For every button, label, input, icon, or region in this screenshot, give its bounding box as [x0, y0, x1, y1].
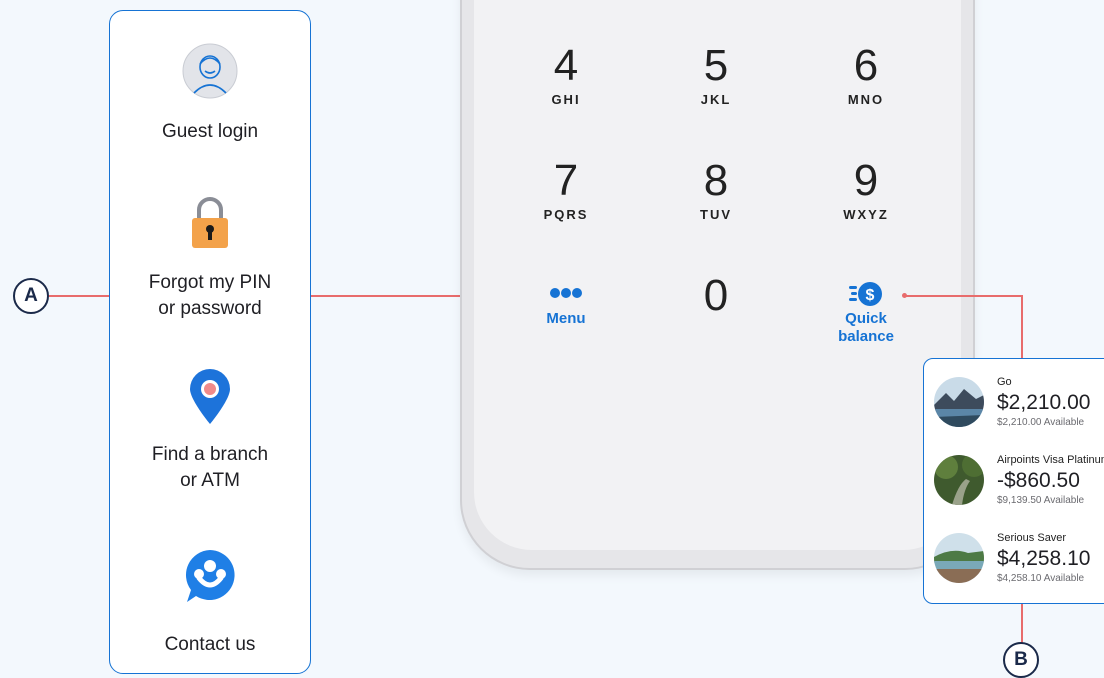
contact-chat-icon [183, 548, 237, 604]
connector-a-left [49, 295, 109, 297]
account-balance: -$860.50 [997, 469, 1080, 492]
key-8[interactable]: 8 TUV [656, 156, 776, 223]
key-9[interactable]: 9 WXYZ [806, 156, 926, 223]
find-branch-label: Find a branch or ATM [151, 444, 269, 491]
quick-balance-card: Go $2,210.00 $2,210.00 Available Airpoin… [923, 358, 1104, 604]
find-branch-item[interactable]: Find a branch or ATM [110, 356, 310, 506]
callout-a: A [13, 278, 49, 314]
key-6[interactable]: 6 MNO [806, 41, 926, 108]
key-digit: 0 [703, 271, 729, 320]
quick-balance-label: Quick balance [838, 310, 894, 345]
account-name: Go [997, 376, 1012, 388]
forgot-pin-label: Forgot my PIN or password [148, 272, 272, 319]
callout-b: B [1003, 642, 1039, 678]
map-pin-icon [188, 368, 232, 426]
key-0[interactable]: 0 [656, 272, 776, 320]
account-thumbnail [934, 533, 984, 583]
key-digit: 6 [853, 41, 879, 90]
alternate-options-panel: Guest login Forgot my PIN or password Fi… [109, 10, 311, 674]
menu-button[interactable]: Menu [506, 286, 626, 328]
guest-login-label: Guest login [161, 121, 259, 142]
account-row[interactable]: Go $2,210.00 $2,210.00 Available [924, 365, 1104, 435]
key-7[interactable]: 7 PQRS [506, 156, 626, 223]
key-5[interactable]: 5 JKL [656, 41, 776, 108]
account-available: $9,139.50 Available [997, 495, 1085, 506]
connector-b-top [905, 295, 1022, 297]
contact-us-label: Contact us [164, 634, 256, 655]
forgot-pin-item[interactable]: Forgot my PIN or password [110, 186, 310, 336]
guest-login-item[interactable]: Guest login [110, 11, 310, 171]
phone-screen: 4 GHI 5 JKL 6 MNO 7 PQRS 8 TUV 9 WXYZ Me… [474, 0, 961, 550]
more-dots-icon [506, 286, 626, 310]
connector-b-bottom [1021, 604, 1023, 644]
key-letters: TUV [700, 207, 732, 222]
account-available: $2,210.00 Available [997, 417, 1085, 428]
account-row[interactable]: Airpoints Visa Platinum -$860.50 $9,139.… [924, 443, 1104, 513]
key-letters: WXYZ [843, 207, 889, 222]
contact-us-item[interactable]: Contact us [110, 536, 310, 666]
account-thumbnail [934, 455, 984, 505]
padlock-icon [188, 194, 232, 250]
account-name: Airpoints Visa Platinum [997, 454, 1104, 466]
key-digit: 7 [553, 156, 579, 205]
key-letters: MNO [847, 92, 885, 107]
svg-text:$: $ [866, 287, 875, 304]
key-digit: 9 [853, 156, 879, 205]
key-digit: 8 [703, 156, 729, 205]
account-thumbnail [934, 377, 984, 427]
connector-b-vertical [1021, 295, 1023, 358]
key-letters: GHI [551, 92, 581, 107]
key-4[interactable]: 4 GHI [506, 41, 626, 108]
guest-avatar-icon [182, 43, 238, 99]
quick-balance-button[interactable]: $ Quick balance [806, 280, 926, 346]
key-letters: JKL [700, 92, 732, 107]
account-available: $4,258.10 Available [997, 573, 1085, 584]
key-digit: 4 [553, 41, 579, 90]
key-digit: 5 [703, 41, 729, 90]
key-letters: PQRS [543, 207, 589, 222]
account-name: Serious Saver [997, 532, 1067, 544]
account-balance: $4,258.10 [997, 547, 1091, 570]
menu-label: Menu [546, 310, 586, 327]
account-row[interactable]: Serious Saver $4,258.10 $4,258.10 Availa… [924, 521, 1104, 591]
account-balance: $2,210.00 [997, 391, 1091, 414]
